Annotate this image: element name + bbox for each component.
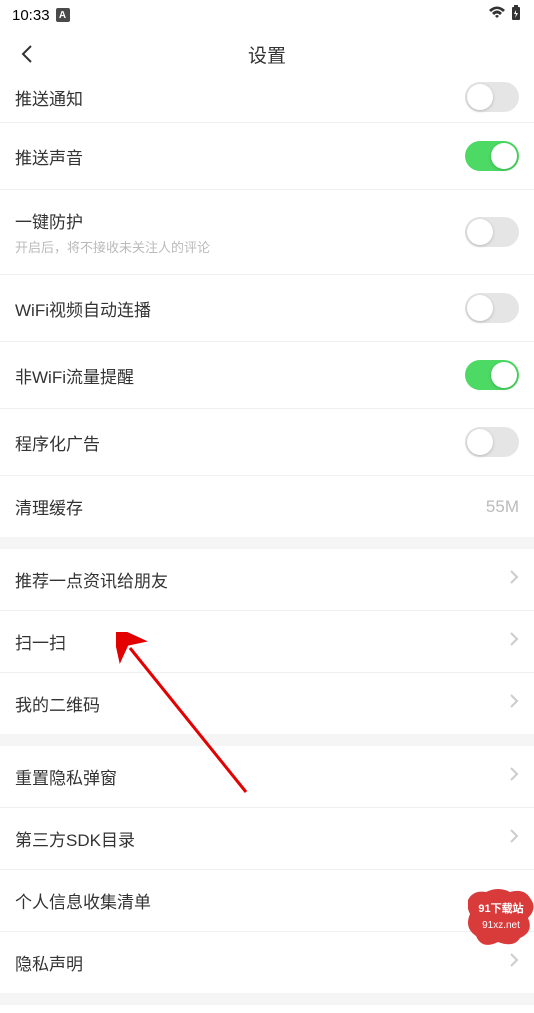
toggle-knob — [467, 295, 493, 321]
toggle-push-sound[interactable] — [465, 141, 519, 171]
row-label: 第三方SDK目录 — [15, 826, 135, 851]
section-privacy: 重置隐私弹窗 第三方SDK目录 个人信息收集清单 隐私声明 — [0, 746, 534, 993]
toggle-knob — [467, 219, 493, 245]
chevron-right-icon — [509, 569, 519, 590]
toggle-knob — [467, 429, 493, 455]
row-personal-info[interactable]: 个人信息收集清单 — [0, 870, 534, 932]
row-scan[interactable]: 扫一扫 — [0, 611, 534, 673]
row-label: 推荐一点资讯给朋友 — [15, 567, 168, 592]
row-protection[interactable]: 一键防护 开启后，将不接收未关注人的评论 — [0, 190, 534, 275]
row-wifi-autoplay[interactable]: WiFi视频自动连播 — [0, 275, 534, 342]
settings-content: 推送通知 推送声音 一键防护 开启后，将不接收未关注人的评论 WiFi视频自动连… — [0, 78, 534, 1013]
cache-size: 55M — [486, 497, 519, 517]
row-reset-privacy[interactable]: 重置隐私弹窗 — [0, 746, 534, 808]
status-time: 10:33 — [12, 7, 50, 24]
toggle-programmatic-ads[interactable] — [465, 427, 519, 457]
row-my-qrcode[interactable]: 我的二维码 — [0, 673, 534, 734]
toggle-knob — [491, 143, 517, 169]
section-bottom — [0, 1005, 534, 1013]
svg-text:91下载站: 91下载站 — [478, 901, 523, 915]
status-left: 10:33 A — [12, 7, 70, 24]
svg-text:91xz.net: 91xz.net — [482, 920, 520, 931]
toggle-knob — [491, 362, 517, 388]
watermark: 91下载站 91xz.net — [468, 888, 534, 948]
wifi-icon — [488, 6, 506, 25]
row-sublabel: 开启后，将不接收未关注人的评论 — [15, 237, 210, 256]
toggle-nonwifi-alert[interactable] — [465, 360, 519, 390]
row-nonwifi-alert[interactable]: 非WiFi流量提醒 — [0, 342, 534, 409]
status-bar: 10:33 A — [0, 0, 534, 30]
row-label: 我的二维码 — [15, 691, 100, 716]
row-label: 隐私声明 — [15, 950, 83, 975]
section-notifications: 推送通知 推送声音 一键防护 开启后，将不接收未关注人的评论 WiFi视频自动连… — [0, 78, 534, 537]
status-badge-icon: A — [56, 8, 70, 22]
row-privacy-statement[interactable]: 隐私声明 — [0, 932, 534, 993]
row-push-sound[interactable]: 推送声音 — [0, 123, 534, 190]
row-label: 一键防护 — [15, 208, 210, 233]
back-icon — [19, 44, 35, 64]
toggle-push-notify[interactable] — [465, 82, 519, 112]
row-label: 重置隐私弹窗 — [15, 764, 117, 789]
section-share: 推荐一点资讯给朋友 扫一扫 我的二维码 — [0, 549, 534, 734]
header: 设置 — [0, 30, 534, 78]
battery-icon — [510, 5, 522, 26]
row-clear-cache[interactable]: 清理缓存 55M — [0, 476, 534, 537]
row-programmatic-ads[interactable]: 程序化广告 — [0, 409, 534, 476]
row-label: 扫一扫 — [15, 629, 66, 654]
row-sdk-directory[interactable]: 第三方SDK目录 — [0, 808, 534, 870]
chevron-right-icon — [509, 952, 519, 973]
chevron-right-icon — [509, 631, 519, 652]
row-label: 推送通知 — [15, 85, 83, 110]
toggle-protection[interactable] — [465, 217, 519, 247]
chevron-right-icon — [509, 828, 519, 849]
toggle-knob — [467, 84, 493, 110]
row-push-notify[interactable]: 推送通知 — [0, 78, 534, 123]
row-label: 非WiFi流量提醒 — [15, 363, 134, 388]
chevron-right-icon — [509, 766, 519, 787]
row-recommend[interactable]: 推荐一点资讯给朋友 — [0, 549, 534, 611]
page-title: 设置 — [248, 41, 286, 68]
back-button[interactable] — [12, 39, 42, 69]
toggle-wifi-autoplay[interactable] — [465, 293, 519, 323]
row-label: 个人信息收集清单 — [15, 888, 151, 913]
row-label: 程序化广告 — [15, 430, 100, 455]
status-right — [488, 5, 522, 26]
row-label: 推送声音 — [15, 144, 83, 169]
row-label: WiFi视频自动连播 — [15, 296, 151, 321]
row-label: 清理缓存 — [15, 494, 83, 519]
chevron-right-icon — [509, 693, 519, 714]
